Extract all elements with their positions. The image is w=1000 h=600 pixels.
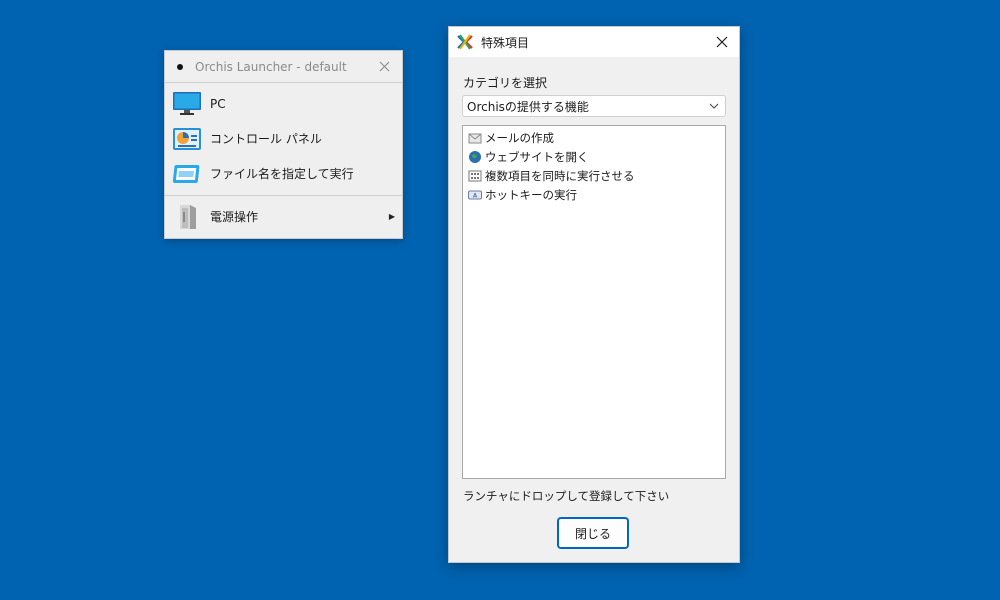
run-icon xyxy=(172,161,202,187)
list-item-mail[interactable]: メールの作成 xyxy=(463,128,725,147)
launcher-window: Orchis Launcher - default PC コントロール パネル … xyxy=(164,50,403,239)
hint-text: ランチャにドロップして登録して下さい xyxy=(463,489,670,503)
launcher-items: PC コントロール パネル ファイル名を指定して実行 電源操作 ▶ xyxy=(165,83,402,234)
launcher-item-label: ファイル名を指定して実行 xyxy=(210,167,354,181)
list-item-label: 複数項目を同時に実行させる xyxy=(485,168,635,183)
launcher-item-pc[interactable]: PC xyxy=(165,86,402,121)
control-panel-icon xyxy=(172,126,202,152)
desktop: Orchis Launcher - default PC コントロール パネル … xyxy=(0,0,1000,600)
list-item-website[interactable]: ウェブサイトを開く xyxy=(463,147,725,166)
launcher-separator xyxy=(165,195,402,196)
hotkey-icon: A xyxy=(468,188,482,202)
dialog-titlebar[interactable]: 特殊項目 xyxy=(449,27,739,57)
launcher-item-label: コントロール パネル xyxy=(210,132,322,146)
category-selected-value: Orchisの提供する機能 xyxy=(467,99,589,114)
launcher-item-control-panel[interactable]: コントロール パネル xyxy=(165,121,402,156)
launcher-close-button[interactable] xyxy=(374,57,394,75)
launcher-title: Orchis Launcher - default xyxy=(195,59,347,74)
launcher-item-run[interactable]: ファイル名を指定して実行 xyxy=(165,156,402,191)
dialog-content: カテゴリを選択 Orchisの提供する機能 メールの作成 ウェブサイトを開く 複… xyxy=(449,57,739,563)
special-items-dialog: 特殊項目 カテゴリを選択 Orchisの提供する機能 メールの作成 ウェブサイト… xyxy=(448,26,740,563)
category-select[interactable]: Orchisの提供する機能 xyxy=(462,95,726,117)
close-icon xyxy=(379,61,389,71)
list-item-label: ホットキーの実行 xyxy=(485,187,577,202)
submenu-arrow-icon: ▶ xyxy=(388,212,395,221)
list-item-multi-run[interactable]: 複数項目を同時に実行させる xyxy=(463,166,725,185)
chevron-down-icon xyxy=(709,103,719,109)
items-listbox[interactable]: メールの作成 ウェブサイトを開く 複数項目を同時に実行させる A ホットキーの実… xyxy=(462,125,726,479)
mail-icon xyxy=(468,131,482,145)
multi-run-icon xyxy=(468,169,482,183)
globe-icon xyxy=(468,150,482,164)
launcher-bullet-icon xyxy=(177,63,183,70)
list-item-label: メールの作成 xyxy=(485,130,554,145)
launcher-titlebar[interactable]: Orchis Launcher - default xyxy=(165,51,402,83)
close-button[interactable]: 閉じる xyxy=(557,517,629,549)
dialog-title: 特殊項目 xyxy=(481,35,530,50)
dialog-close-button[interactable] xyxy=(711,31,733,53)
list-item-label: ウェブサイトを開く xyxy=(485,149,589,164)
app-icon xyxy=(457,34,473,50)
launcher-item-label: PC xyxy=(210,96,226,111)
power-folder-icon xyxy=(172,204,202,230)
close-icon xyxy=(716,36,728,48)
monitor-icon xyxy=(172,91,202,117)
launcher-item-power[interactable]: 電源操作 ▶ xyxy=(165,199,402,234)
category-label: カテゴリを選択 xyxy=(463,76,548,90)
list-item-hotkey[interactable]: A ホットキーの実行 xyxy=(463,185,725,204)
launcher-item-label: 電源操作 xyxy=(210,210,259,224)
